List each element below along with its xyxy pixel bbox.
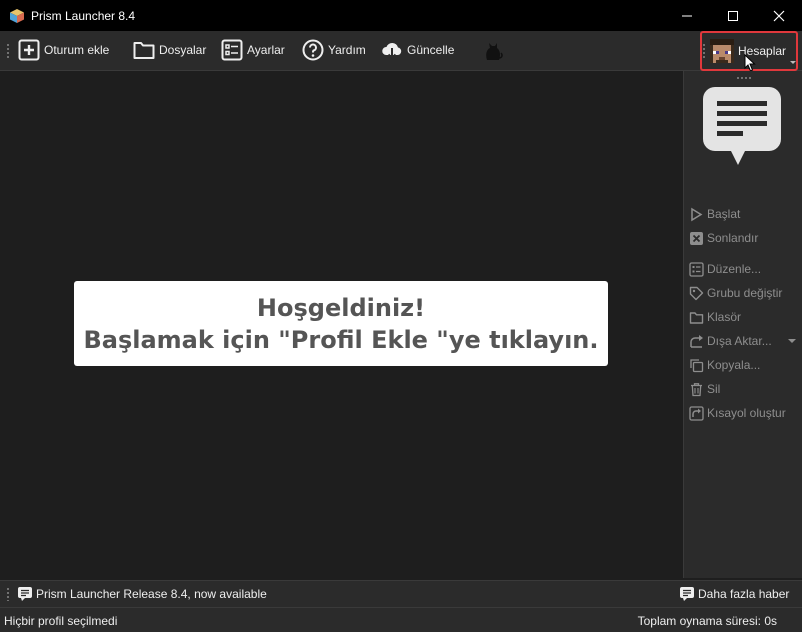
- status-bar: Hiçbir profil seçilmedi Toplam oynama sü…: [0, 608, 802, 632]
- copy-button[interactable]: Kopyala...: [689, 355, 760, 375]
- help-icon: [302, 39, 324, 61]
- add-instance-button[interactable]: Oturum ekle: [17, 37, 109, 63]
- accounts-button[interactable]: Hesaplar: [700, 31, 798, 72]
- cat-icon: [486, 43, 503, 60]
- news-icon: [18, 587, 32, 601]
- welcome-message: Hoşgeldiniz! Başlamak için "Profil Ekle …: [74, 281, 608, 366]
- main-toolbar: Oturum ekle Dosyalar Ayarlar Yardım Günc: [0, 31, 802, 92]
- delete-button[interactable]: Sil: [689, 379, 720, 399]
- close-icon: [773, 10, 785, 21]
- prism-logo-icon: [10, 8, 24, 23]
- window-title: Prism Launcher 8.4: [31, 8, 136, 23]
- launch-label: Başlat: [707, 207, 741, 221]
- settings-label: Ayarlar: [247, 43, 285, 57]
- folder-icon: [689, 311, 704, 324]
- help-label: Yardım: [328, 43, 366, 57]
- no-instance-icon: [703, 87, 781, 165]
- add-box-icon: [18, 39, 40, 61]
- tag-icon: [689, 286, 704, 300]
- edit-icon: [689, 261, 704, 277]
- add-instance-label: Oturum ekle: [44, 43, 110, 57]
- export-icon: [690, 334, 703, 348]
- kill-icon: [690, 231, 703, 245]
- cat-button[interactable]: [481, 37, 508, 63]
- steve-avatar-icon: [710, 39, 734, 63]
- help-button[interactable]: Yardım: [301, 37, 366, 63]
- folders-label: Dosyalar: [159, 43, 207, 57]
- news-headline: Prism Launcher Release 8.4, now availabl…: [36, 587, 267, 601]
- trash-icon: [691, 382, 702, 396]
- cloud-download-icon: [382, 42, 402, 60]
- close-button[interactable]: [756, 0, 802, 31]
- more-news-label: Daha fazla haber: [698, 587, 790, 601]
- minimize-button[interactable]: [664, 0, 710, 31]
- folder-label: Klasör: [707, 310, 742, 324]
- accounts-dropdown-arrow[interactable]: [790, 61, 796, 64]
- edit-instance-button[interactable]: Düzenle...: [689, 259, 761, 279]
- copy-icon: [690, 358, 704, 372]
- news-grip[interactable]: [6, 587, 10, 601]
- minimize-icon: [682, 15, 692, 16]
- kill-label: Sonlandır: [707, 231, 759, 245]
- launch-button[interactable]: Başlat: [689, 204, 740, 224]
- folder-icon: [133, 42, 155, 59]
- welcome-title: Hoşgeldiniz!: [256, 293, 426, 322]
- change-group-button[interactable]: Grubu değiştir: [689, 283, 782, 303]
- folder-button[interactable]: Klasör: [689, 307, 741, 327]
- delete-label: Sil: [707, 382, 721, 396]
- folders-button[interactable]: Dosyalar: [132, 37, 206, 63]
- play-icon: [691, 207, 703, 221]
- news-toolbar: Prism Launcher Release 8.4, now availabl…: [0, 580, 802, 608]
- total-playtime-status: Toplam oynama süresi: 0s: [637, 614, 777, 628]
- update-button[interactable]: Güncelle: [380, 37, 454, 63]
- welcome-instructions: Başlamak için "Profil Ekle "ye tıklayın.: [83, 325, 599, 354]
- update-label: Güncelle: [407, 43, 455, 57]
- news-icon: [680, 587, 694, 601]
- shortcut-icon: [689, 405, 704, 421]
- edit-instance-label: Düzenle...: [707, 262, 762, 276]
- sidebar-grip[interactable]: [736, 76, 752, 80]
- title-bar: Prism Launcher 8.4: [0, 0, 802, 31]
- export-button[interactable]: Dışa Aktar...: [689, 331, 772, 351]
- maximize-button[interactable]: [710, 0, 756, 31]
- mouse-cursor-icon: [744, 54, 756, 72]
- maximize-icon: [728, 10, 738, 21]
- settings-button[interactable]: Ayarlar: [220, 37, 285, 63]
- copy-label: Kopyala...: [707, 358, 761, 372]
- change-group-label: Grubu değiştir: [707, 286, 783, 300]
- kill-button[interactable]: Sonlandır: [689, 228, 758, 248]
- export-dropdown-arrow[interactable]: [788, 339, 796, 343]
- export-label: Dışa Aktar...: [707, 334, 772, 348]
- toolbar-grip[interactable]: [6, 43, 10, 59]
- news-headline-button[interactable]: Prism Launcher Release 8.4, now availabl…: [17, 586, 267, 602]
- create-shortcut-button[interactable]: Kısayol oluştur: [689, 403, 786, 423]
- instance-sidebar: Başlat Sonlandır Düzenle... Grubu değişt…: [683, 71, 802, 578]
- instance-view[interactable]: Hoşgeldiniz! Başlamak için "Profil Ekle …: [0, 71, 683, 578]
- create-shortcut-label: Kısayol oluştur: [707, 406, 786, 420]
- selected-instance-status: Hiçbir profil seçilmedi: [4, 614, 118, 628]
- more-news-button[interactable]: Daha fazla haber: [679, 586, 789, 602]
- settings-list-icon: [221, 39, 243, 61]
